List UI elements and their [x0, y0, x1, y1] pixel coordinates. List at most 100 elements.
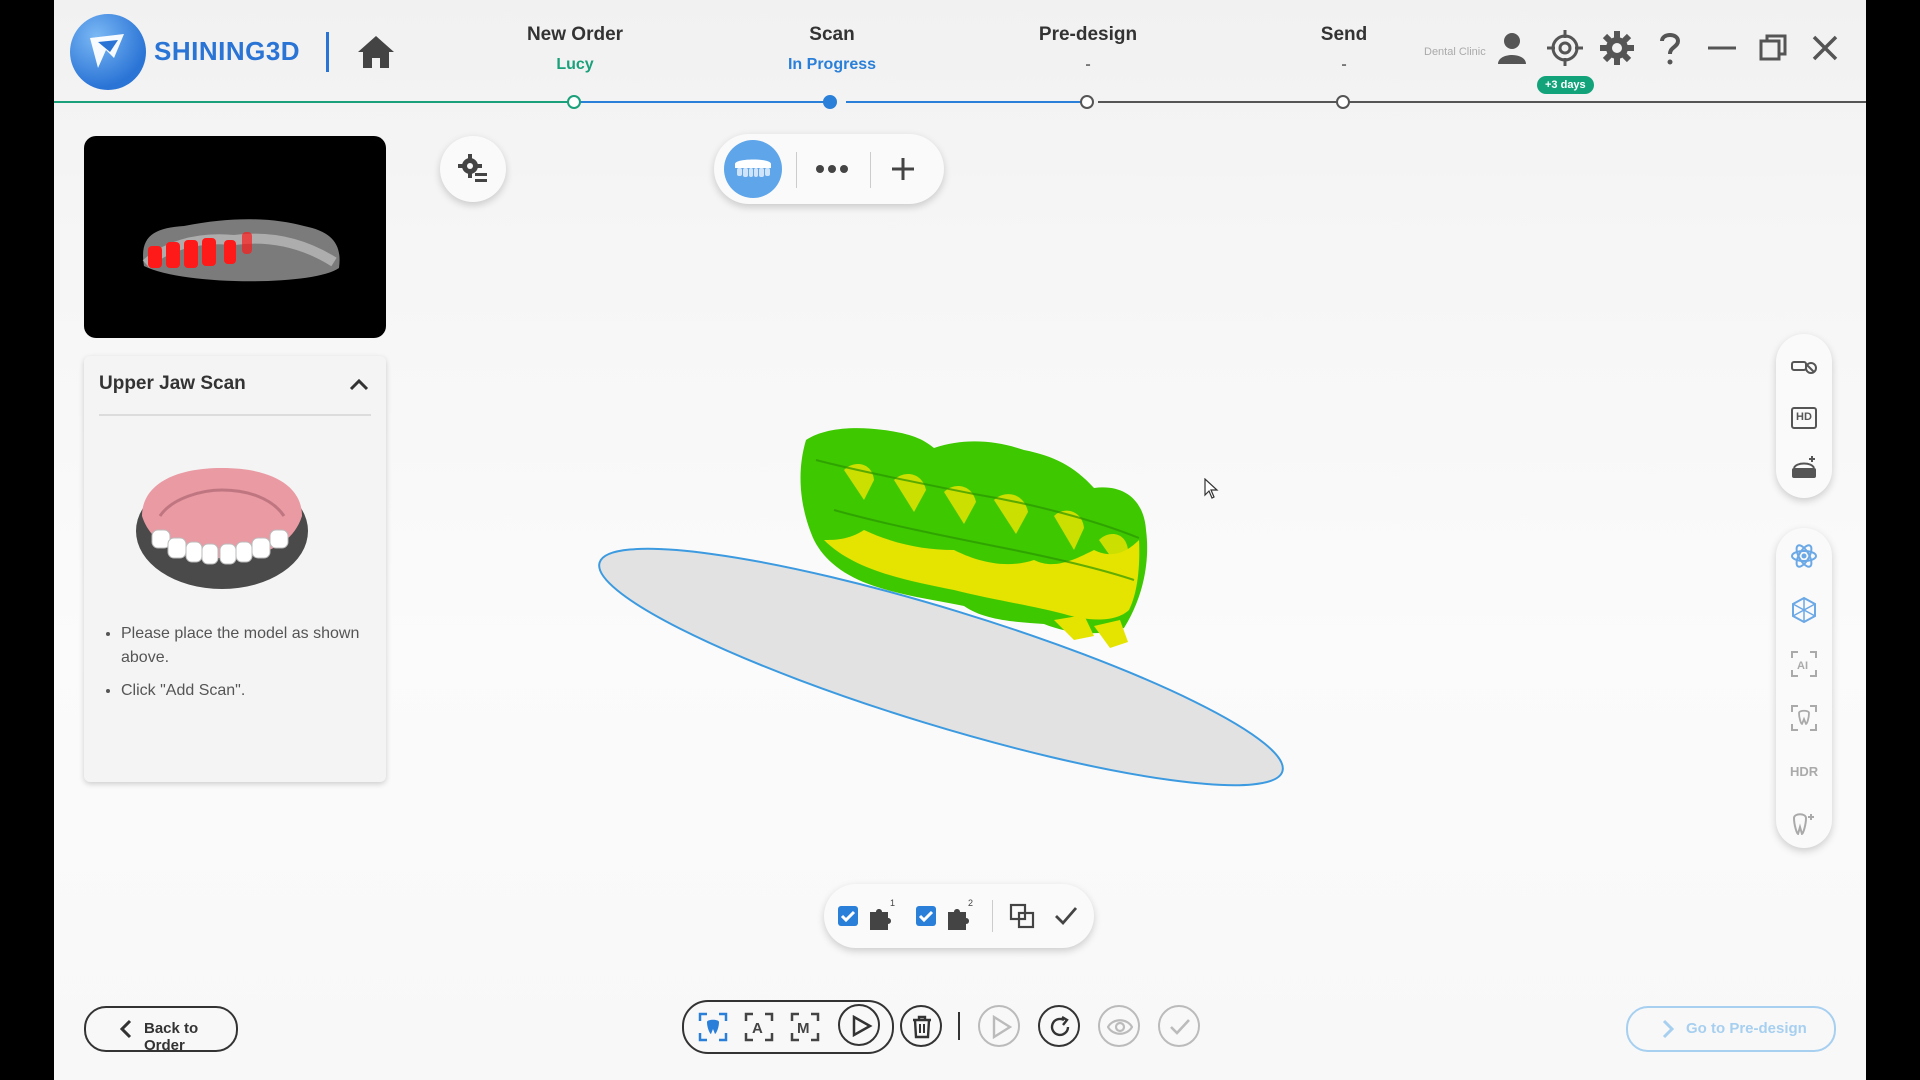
- tooth-frame-icon[interactable]: [1790, 704, 1818, 732]
- instruction-title: Upper Jaw Scan: [99, 373, 246, 394]
- brand-divider: [326, 32, 329, 72]
- step-title: Pre-design: [1038, 24, 1138, 45]
- chevron-right-icon: [1662, 1019, 1675, 1039]
- eye-icon: [1107, 1019, 1133, 1035]
- divider: [99, 414, 371, 416]
- piece-index: 1: [890, 898, 896, 908]
- checkbox-piece-2[interactable]: [916, 906, 936, 926]
- check-icon[interactable]: [1052, 902, 1080, 930]
- back-button-label: Back to Order: [144, 1020, 199, 1054]
- step-title: Scan: [809, 24, 855, 45]
- separator: [992, 900, 993, 932]
- hd-icon[interactable]: HD: [1790, 404, 1818, 432]
- progress-track-active: [580, 101, 828, 103]
- app-window: SHINING3D New Order Lucy Scan In Progres…: [54, 0, 1866, 1080]
- scan-viewport[interactable]: [554, 400, 1414, 800]
- go-to-pre-design-button[interactable]: Go to Pre-design: [1626, 1006, 1836, 1052]
- scan-settings-button[interactable]: [440, 136, 506, 202]
- step-pre-design[interactable]: Pre-design -: [988, 24, 1188, 74]
- refresh-icon: [1050, 1015, 1070, 1037]
- step-title: Send: [1320, 24, 1368, 45]
- mouse-cursor-icon: [1204, 477, 1220, 505]
- play-icon: [992, 1015, 1012, 1039]
- step-title: New Order: [526, 24, 624, 45]
- hdr-label: HDR: [1790, 764, 1819, 779]
- jaw-selector-toolbar: [714, 134, 944, 204]
- step-status: In Progress: [787, 56, 877, 73]
- upper-jaw-icon[interactable]: [724, 140, 782, 198]
- next-button-label: Go to Pre-design: [1686, 1020, 1807, 1037]
- instruction-list: Please place the model as shown above. C…: [99, 622, 381, 712]
- play-button[interactable]: [978, 1005, 1020, 1047]
- separator: [958, 1012, 960, 1040]
- delete-button[interactable]: [900, 1005, 942, 1047]
- header-bar: SHINING3D New Order Lucy Scan In Progres…: [54, 0, 1866, 109]
- trial-days-badge: +3 days: [1537, 76, 1594, 94]
- scan-settings-icon: [458, 154, 487, 182]
- step-status: -: [1341, 56, 1347, 73]
- crosshair-icon[interactable]: [1547, 30, 1583, 66]
- segment-toolbar: 1 2: [824, 884, 1094, 948]
- progress-node-pre-design: [1080, 95, 1094, 109]
- brand-logo-icon: [70, 14, 146, 90]
- confirm-button[interactable]: [1158, 1005, 1200, 1047]
- help-icon[interactable]: [1652, 30, 1688, 66]
- instruction-panel: Upper Jaw Scan Please place the model as…: [84, 356, 386, 782]
- step-status: -: [1085, 56, 1091, 73]
- atom-icon[interactable]: [1790, 542, 1818, 570]
- scan-mode-group: A M: [682, 1000, 894, 1054]
- overlap-icon[interactable]: [1008, 902, 1036, 930]
- auto-scan-icon[interactable]: A: [744, 1012, 774, 1042]
- step-new-order[interactable]: New Order Lucy: [475, 24, 675, 74]
- progress-node-new-order: [567, 95, 581, 109]
- refresh-button[interactable]: [1038, 1005, 1080, 1047]
- close-icon[interactable]: [1807, 30, 1843, 66]
- gear-icon[interactable]: [1599, 30, 1635, 66]
- chevron-left-icon: [119, 1019, 132, 1039]
- chevron-up-icon[interactable]: [346, 372, 372, 398]
- full-scan-icon[interactable]: [698, 1012, 728, 1042]
- svg-text:A: A: [752, 1020, 763, 1037]
- back-to-order-button[interactable]: Back to Order: [84, 1006, 238, 1054]
- svg-text:M: M: [797, 1020, 810, 1037]
- hex-network-icon[interactable]: [1790, 596, 1818, 624]
- clinic-name: Dental Clinic: [1424, 46, 1486, 58]
- ai-icon[interactable]: AI: [1790, 650, 1818, 678]
- brand-name: SHINING3D: [154, 36, 301, 66]
- more-icon[interactable]: [812, 154, 852, 184]
- add-icon[interactable]: [888, 154, 918, 184]
- upper-jaw-illustration: [132, 446, 312, 601]
- progress-track-done: [54, 101, 570, 103]
- progress-node-send: [1336, 95, 1350, 109]
- separator: [870, 152, 871, 188]
- preview-button[interactable]: [1098, 1005, 1140, 1047]
- play-icon: [852, 1014, 873, 1038]
- tooth-sparkle-icon[interactable]: [1790, 810, 1818, 838]
- step-send[interactable]: Send -: [1244, 24, 1444, 74]
- manual-scan-icon[interactable]: M: [790, 1012, 820, 1042]
- restore-icon[interactable]: [1755, 30, 1791, 66]
- instruction-item: Please place the model as shown above.: [121, 622, 381, 670]
- progress-track-segment: [846, 101, 1086, 103]
- start-scan-button[interactable]: [838, 1004, 880, 1046]
- step-scan[interactable]: Scan In Progress: [732, 24, 932, 74]
- texture-icon[interactable]: [1790, 354, 1818, 382]
- step-status: Lucy: [556, 56, 594, 73]
- checkbox-piece-1[interactable]: [838, 906, 858, 926]
- camera-preview: [84, 136, 386, 338]
- right-toolbar-view: HD: [1776, 334, 1832, 498]
- progress-track-pending: [1098, 101, 1866, 103]
- home-icon[interactable]: [354, 30, 398, 74]
- puzzle-icon[interactable]: 2: [944, 898, 974, 932]
- svg-text:AI: AI: [1797, 660, 1808, 672]
- check-icon: [1170, 1019, 1190, 1035]
- user-icon[interactable]: [1494, 30, 1530, 66]
- hdr-icon[interactable]: HDR: [1790, 758, 1818, 786]
- instruction-item: Click "Add Scan".: [121, 679, 381, 703]
- piece-index: 2: [968, 898, 974, 908]
- progress-node-scan: [823, 95, 837, 109]
- puzzle-icon[interactable]: 1: [866, 898, 896, 932]
- scanner-table-icon[interactable]: [1790, 454, 1818, 482]
- right-toolbar-scan-options: AI HDR: [1776, 528, 1832, 848]
- minimize-icon[interactable]: [1704, 30, 1740, 66]
